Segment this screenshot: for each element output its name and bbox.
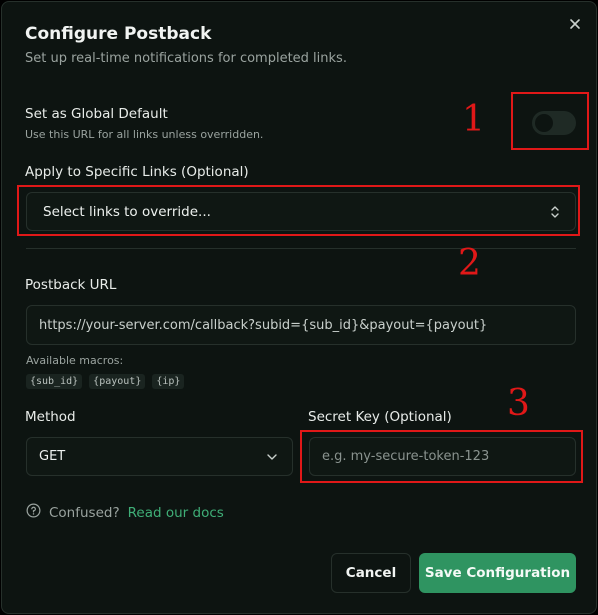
annotation-box-2 — [17, 185, 580, 236]
macro-chip: {payout} — [89, 374, 146, 389]
method-value: GET — [39, 449, 66, 464]
close-icon[interactable] — [567, 16, 583, 32]
postback-url-input[interactable]: https://your-server.com/callback?subid={… — [26, 305, 576, 345]
annotation-box-1 — [511, 92, 589, 150]
chevron-down-icon — [266, 451, 278, 467]
macro-chip: {sub_id} — [26, 374, 83, 389]
dialog-subtitle: Set up real-time notifications for compl… — [25, 51, 347, 66]
divider — [26, 248, 576, 249]
method-label: Method — [25, 409, 76, 425]
postback-url-label: Postback URL — [25, 277, 117, 293]
postback-url-value: https://your-server.com/callback?subid={… — [39, 317, 488, 333]
method-select[interactable]: GET — [26, 437, 293, 476]
macros-label: Available macros: — [26, 354, 124, 367]
macros-list: {sub_id} {payout} {ip} — [26, 374, 185, 389]
cancel-button[interactable]: Cancel — [331, 553, 411, 593]
macro-chip: {ip} — [152, 374, 185, 389]
postback-dialog: Configure Postback Set up real-time noti… — [1, 1, 597, 614]
annotation-number-3: 3 — [507, 383, 530, 424]
global-default-hint: Use this URL for all links unless overri… — [25, 128, 264, 141]
help-circle-icon — [26, 503, 41, 522]
secret-key-label: Secret Key (Optional) — [308, 409, 452, 425]
dialog-title: Configure Postback — [25, 24, 212, 44]
specific-links-label: Apply to Specific Links (Optional) — [25, 164, 249, 180]
annotation-number-2: 2 — [458, 243, 481, 284]
save-configuration-button[interactable]: Save Configuration — [419, 553, 576, 593]
help-row: Confused? Read our docs — [26, 503, 224, 522]
annotation-box-3 — [300, 430, 583, 483]
global-default-label: Set as Global Default — [25, 106, 168, 122]
annotation-number-1: 1 — [462, 99, 485, 140]
help-text: Confused? — [49, 504, 120, 521]
docs-link[interactable]: Read our docs — [128, 505, 224, 521]
